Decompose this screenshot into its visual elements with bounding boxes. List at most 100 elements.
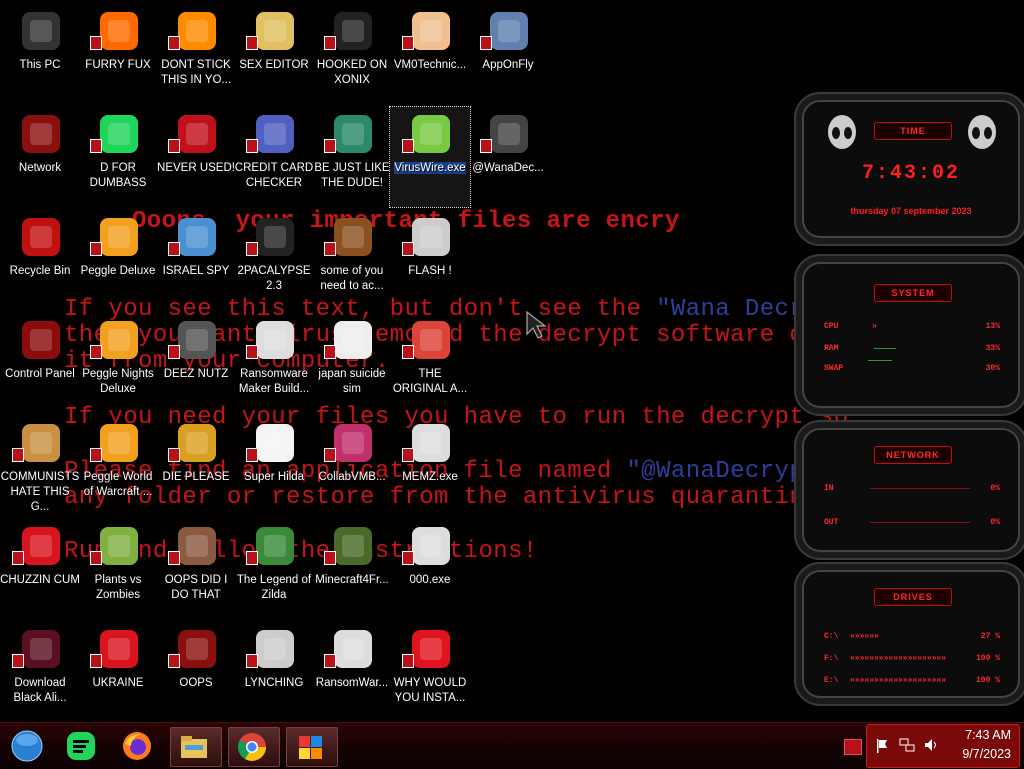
taskbar-spotify-button[interactable] — [58, 727, 104, 765]
desktop-icon-label: Recycle Bin — [9, 265, 71, 277]
desktop-icon-000exe[interactable]: 000.exe — [390, 519, 470, 619]
credit-card-checker-icon — [252, 111, 298, 157]
desktop-icon-die-please[interactable]: DIE PLEASE — [156, 416, 236, 516]
desktop-icon-label: UKRAINE — [92, 677, 144, 689]
infected-overlay-icon — [480, 139, 492, 153]
tiles-icon — [299, 736, 322, 759]
infected-overlay-icon — [402, 654, 414, 668]
swap-row: SWAP 30% — [824, 360, 1000, 373]
taskbar-clock-time[interactable]: 7:43 AM — [965, 728, 1011, 742]
desktop-icon-communists[interactable]: COMMUNISTS HATE THIS G... — [0, 416, 80, 516]
desktop-icon-label: The Legend of Zilda — [236, 574, 312, 601]
desktop-icon-credit-card-checker[interactable]: CREDIT CARD CHECKER — [234, 107, 314, 207]
network-widget: NETWORK IN 0% OUT 0% — [794, 420, 1024, 560]
infected-overlay-icon — [480, 36, 492, 50]
desktop-icon-lynching[interactable]: LYNCHING — [234, 622, 314, 722]
desktop-icon-control-panel[interactable]: Control Panel — [0, 313, 80, 413]
desktop-icon-minecraft4fr[interactable]: Minecraft4Fr... — [312, 519, 392, 619]
desktop-icon-peggle-wow[interactable]: Peggle World of Warcraft ... — [78, 416, 158, 516]
wanadecryptor-icon — [486, 111, 532, 157]
desktop-icon-network[interactable]: Network — [0, 107, 80, 207]
action-center-flag-icon[interactable] — [875, 738, 889, 754]
deez-nutz-icon — [174, 317, 220, 363]
taskbar-clock-date[interactable]: 9/7/2023 — [962, 747, 1011, 761]
desktop-icon-peggle-deluxe[interactable]: Peggle Deluxe — [78, 210, 158, 310]
desktop-icon-2pacalypse[interactable]: 2PACALYPSE 2.3 — [234, 210, 314, 310]
desktop-icon-peggle-nights[interactable]: Peggle Nights Deluxe — [78, 313, 158, 413]
desktop-icon-label: Super Hilda — [243, 471, 305, 483]
taskbar-firefox-button[interactable] — [114, 727, 160, 765]
desktop-icon-vm0technic[interactable]: VM0Technic... — [390, 4, 470, 104]
desktop-icon-oops-did-i[interactable]: OOPS DID I DO THAT — [156, 519, 236, 619]
peggle-nights-icon — [96, 317, 142, 363]
viruswire-icon — [408, 111, 454, 157]
desktop-icon-label: DONT STICK THIS IN YO... — [160, 59, 232, 86]
desktop-icon-why-would-you[interactable]: WHY WOULD YOU INSTA... — [390, 622, 470, 722]
infected-overlay-icon — [168, 551, 180, 565]
desktop-icon-d-for-dumbass[interactable]: D FOR DUMBASS — [78, 107, 158, 207]
mouse-pointer-icon — [526, 310, 547, 339]
desktop-icon-collabvm[interactable]: CollabVMB... — [312, 416, 392, 516]
desktop-icon-wanadecryptor[interactable]: @WanaDec... — [468, 107, 548, 207]
desktop-icon-israel-spy[interactable]: ISRAEL SPY — [156, 210, 236, 310]
desktop-icon-label: AppOnFly — [482, 59, 534, 71]
desktop-icon-japan-suicide-sim[interactable]: japan suicide sim — [312, 313, 392, 413]
minecraft4fr-icon — [330, 523, 376, 569]
desktop-icon-label: DIE PLEASE — [162, 471, 230, 483]
desktop-icon-furry-fux[interactable]: FURRY FUX — [78, 4, 158, 104]
desktop-icon-be-just-like-the-dude[interactable]: BE JUST LIKE THE DUDE! — [312, 107, 392, 207]
desktop-icon-label: RansomWar... — [315, 677, 389, 689]
folder-icon — [181, 736, 207, 758]
desktop-icon-legend-of-zilda[interactable]: The Legend of Zilda — [234, 519, 314, 619]
desktop-icon-flash[interactable]: FLASH ! — [390, 210, 470, 310]
desktop-icon-some-of-you[interactable]: some of you need to ac... — [312, 210, 392, 310]
desktop-icon-apponfly[interactable]: AppOnFly — [468, 4, 548, 104]
cpu-row: CPU» 13% — [824, 322, 1000, 331]
desktop-icon-plants-vs-zombies[interactable]: Plants vs Zombies — [78, 519, 158, 619]
desktop-icon-deez-nutz[interactable]: DEEZ NUTZ — [156, 313, 236, 413]
network-icon[interactable] — [899, 737, 915, 753]
tray-overflow-flag-icon[interactable] — [844, 739, 862, 755]
desktop-icon-the-original[interactable]: THE ORIGINAL A... — [390, 313, 470, 413]
green-app-icon — [67, 732, 95, 760]
desktop-icon-ukraine[interactable]: UKRAINE — [78, 622, 158, 722]
desktop-icon-never-used[interactable]: NEVER USED! — [156, 107, 236, 207]
infected-overlay-icon — [12, 551, 24, 565]
desktop-icon-viruswire[interactable]: VirusWire.exe — [389, 106, 471, 208]
infected-overlay-icon — [402, 242, 414, 256]
time-widget: TIME 7:43:02 thursday 07 september 2023 — [794, 92, 1024, 246]
desktop-icon-label: @WanaDec... — [472, 162, 544, 174]
desktop-icon-ransomware-maker[interactable]: Ransomware Maker Build... — [234, 313, 314, 413]
desktop-icon-recycle-bin[interactable]: Recycle Bin — [0, 210, 80, 310]
taskbar-tile-app-button[interactable] — [286, 727, 338, 767]
desktop-icon-label: VirusWire.exe — [394, 162, 466, 174]
widget-date: thursday 07 september 2023 — [850, 206, 972, 216]
desktop-icon-label: D FOR DUMBASS — [89, 162, 147, 189]
taskbar-chrome-button[interactable] — [228, 727, 280, 767]
desktop-icon-label: Peggle Deluxe — [80, 265, 156, 277]
infected-overlay-icon — [402, 551, 414, 565]
desktop-icon-sex-editor[interactable]: SEX EDITOR — [234, 4, 314, 104]
desktop-icon-label: OOPS — [179, 677, 213, 689]
desktop-icon-memz[interactable]: MEMZ.exe — [390, 416, 470, 516]
desktop-icon-dont-stick[interactable]: DONT STICK THIS IN YO... — [156, 4, 236, 104]
infected-overlay-icon — [402, 345, 414, 359]
desktop-icon-chuzzin[interactable]: CHUZZIN CUM — [0, 519, 80, 619]
desktop-icon-label: some of you need to ac... — [320, 265, 384, 292]
desktop-icon-hooked-on-xonix[interactable]: HOOKED ON XONIX — [312, 4, 392, 104]
start-button[interactable] — [4, 727, 50, 765]
desktop-icon-this-pc[interactable]: This PC — [0, 4, 80, 104]
desktop-icon-ransomwar[interactable]: RansomWar... — [312, 622, 392, 722]
desktop-icon-super-hilda[interactable]: Super Hilda — [234, 416, 314, 516]
volume-icon[interactable] — [923, 737, 939, 753]
desktop-icon-label: DEEZ NUTZ — [163, 368, 229, 380]
desktop-icon-label: Control Panel — [5, 368, 75, 380]
desktop-icon-download-black-ali[interactable]: Download Black Ali... — [0, 622, 80, 722]
desktop-icon-oops[interactable]: OOPS — [156, 622, 236, 722]
desktop: Ooops, your important files are encry If… — [0, 0, 1024, 722]
die-please-icon — [174, 420, 220, 466]
infected-overlay-icon — [90, 448, 102, 462]
taskbar-explorer-button[interactable] — [170, 727, 222, 767]
desktop-icon-label: OOPS DID I DO THAT — [164, 574, 228, 601]
infected-overlay-icon — [90, 551, 102, 565]
